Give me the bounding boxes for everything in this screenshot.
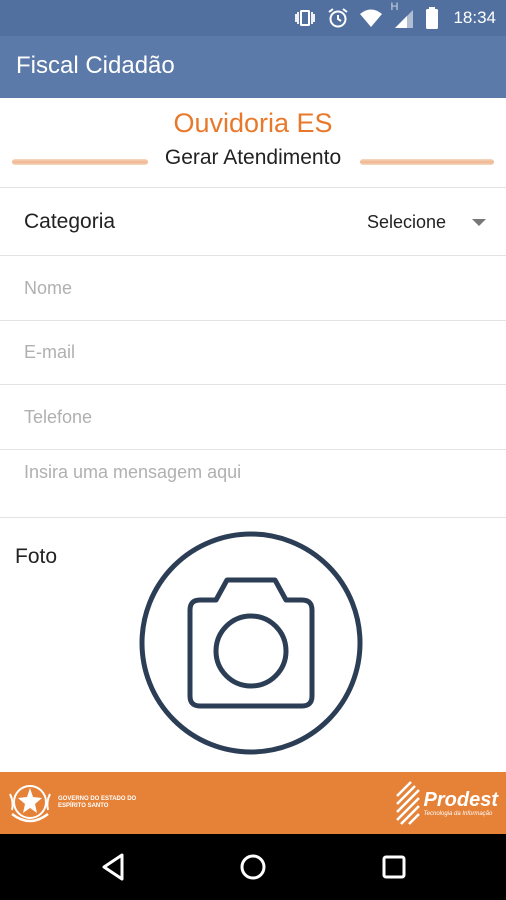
- category-select[interactable]: Selecione: [367, 208, 486, 236]
- message-input[interactable]: [0, 450, 506, 518]
- signal-icon: H: [390, 1, 415, 29]
- back-icon: [102, 853, 124, 881]
- home-icon: [240, 854, 266, 880]
- navigation-bar: [0, 834, 506, 900]
- category-label: Categoria: [24, 210, 116, 233]
- camera-icon: [139, 531, 363, 755]
- prodest-tagline: Tecnologia da Informação: [423, 810, 493, 817]
- coat-of-arms-icon: [9, 785, 51, 823]
- telefone-input[interactable]: [0, 385, 506, 450]
- category-row: Categoria Selecione: [0, 188, 506, 256]
- prodest-logo: Prodest Tecnologia da Informação: [395, 780, 498, 826]
- battery-icon: [425, 7, 439, 29]
- back-button[interactable]: [98, 851, 130, 883]
- email-input[interactable]: [0, 321, 506, 385]
- category-selected-value: Selecione: [366, 211, 446, 232]
- alarm-icon: [327, 7, 349, 29]
- page-header: Ouvidoria ES Gerar Atendimento: [0, 98, 506, 188]
- status-bar: H 18:34: [0, 0, 506, 36]
- recent-apps-icon: [382, 855, 406, 879]
- footer: GOVERNO DO ESTADO DO ESPÍRITO SANTO Prod…: [0, 772, 506, 834]
- status-time: 18:34: [453, 8, 496, 27]
- page-title: Ouvidoria ES: [173, 108, 333, 138]
- prodest-mark-icon: [395, 781, 420, 825]
- wifi-icon: [359, 8, 383, 28]
- government-text: GOVERNO DO ESTADO DO ESPÍRITO SANTO: [58, 796, 137, 809]
- page-subtitle: Gerar Atendimento: [164, 146, 342, 169]
- nome-input[interactable]: [0, 256, 506, 321]
- subtitle-row: Gerar Atendimento: [0, 146, 506, 174]
- home-button[interactable]: [237, 851, 269, 883]
- add-photo-button[interactable]: [138, 530, 364, 756]
- photo-section: Foto: [0, 518, 506, 772]
- photo-label: Foto: [15, 545, 58, 568]
- recent-apps-button[interactable]: [378, 851, 410, 883]
- dropdown-arrow-icon: [472, 218, 486, 226]
- network-type-label: H: [390, 1, 399, 13]
- app-title: Fiscal Cidadão: [16, 52, 175, 79]
- prodest-name: Prodest: [423, 788, 498, 811]
- vibrate-icon: [293, 8, 317, 28]
- government-logo: GOVERNO DO ESTADO DO ESPÍRITO SANTO: [8, 780, 138, 826]
- prodest-text: Prodest Tecnologia da Informação: [424, 789, 498, 818]
- app-bar: Fiscal Cidadão: [0, 36, 506, 98]
- status-icons: H 18:34: [293, 0, 496, 36]
